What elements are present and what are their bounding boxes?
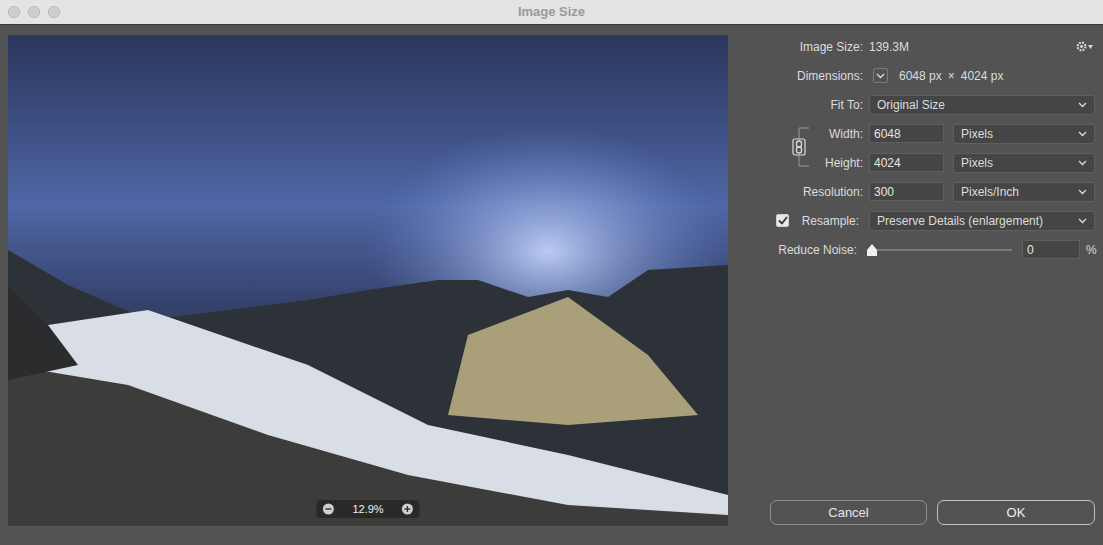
settings-panel: Image Size: 139.3M Dimensions: 6048 px <box>736 25 1103 545</box>
zoom-level: 12.9% <box>344 501 391 518</box>
title-bar: Image Size <box>0 0 1103 25</box>
dimensions-label: Dimensions: <box>736 67 863 85</box>
dimensions-unit-menu[interactable] <box>873 68 888 83</box>
zoom-window-icon[interactable] <box>48 6 60 18</box>
image-size-value: 139.3M <box>869 38 909 56</box>
button-label: OK <box>1007 503 1026 523</box>
resample-select[interactable]: Preserve Details (enlargement) <box>869 211 1095 231</box>
minimize-icon[interactable] <box>28 6 40 18</box>
settings-menu[interactable] <box>1076 41 1095 52</box>
chevron-down-icon <box>1078 102 1087 108</box>
width-unit: Pixels <box>961 125 993 143</box>
chevron-down-icon <box>1078 189 1087 195</box>
resample-label: Resample: <box>802 212 859 230</box>
window-title: Image Size <box>518 2 585 22</box>
dimensions-width: 6048 px <box>899 67 942 85</box>
resolution-label: Resolution: <box>736 183 863 201</box>
resolution-unit: Pixels/Inch <box>961 183 1019 201</box>
reduce-noise-input[interactable] <box>1022 240 1080 259</box>
width-unit-select[interactable]: Pixels <box>953 124 1095 144</box>
gear-icon[interactable] <box>1076 41 1087 52</box>
chevron-down-icon <box>1078 160 1087 166</box>
fit-to-value: Original Size <box>877 96 945 114</box>
close-icon[interactable] <box>8 6 20 18</box>
fit-to-select[interactable]: Original Size <box>869 95 1095 115</box>
checkmark-icon <box>778 216 788 225</box>
image-preview[interactable]: 12.9% <box>8 35 728 526</box>
resample-value: Preserve Details (enlargement) <box>877 212 1043 230</box>
dialog-button[interactable]: OK <box>937 500 1095 525</box>
reduce-noise-label: Reduce Noise: <box>736 241 863 259</box>
fit-to-label: Fit To: <box>736 96 863 114</box>
chevron-down-icon <box>1078 131 1087 137</box>
zoom-in-icon[interactable] <box>402 503 414 515</box>
dimensions-height: 4024 px <box>961 67 1004 85</box>
width-input[interactable] <box>869 124 944 143</box>
resample-checkbox[interactable] <box>776 214 789 227</box>
button-row: Cancel OK <box>736 500 1095 525</box>
dialog: Image Size <box>0 0 1103 545</box>
chevron-down-icon <box>1078 218 1087 224</box>
zoom-control: 12.9% <box>316 500 419 518</box>
chevron-down-icon <box>876 73 885 79</box>
dropdown-arrow-icon <box>1088 45 1093 49</box>
reduce-noise-unit: % <box>1086 241 1097 259</box>
zoom-out-icon[interactable] <box>322 503 334 515</box>
constrain-proportions-icon[interactable] <box>791 127 815 167</box>
height-unit-select[interactable]: Pixels <box>953 153 1095 173</box>
resolution-unit-select[interactable]: Pixels/Inch <box>953 182 1095 202</box>
resolution-input[interactable] <box>869 182 944 201</box>
dimensions-times: × <box>948 67 955 85</box>
image-size-label: Image Size: <box>736 38 863 56</box>
slider-thumb[interactable] <box>867 244 877 256</box>
button-label: Cancel <box>828 503 868 523</box>
height-unit: Pixels <box>961 154 993 172</box>
dialog-button[interactable]: Cancel <box>770 500 927 525</box>
height-input[interactable] <box>869 153 944 172</box>
reduce-noise-slider[interactable] <box>872 244 1012 256</box>
